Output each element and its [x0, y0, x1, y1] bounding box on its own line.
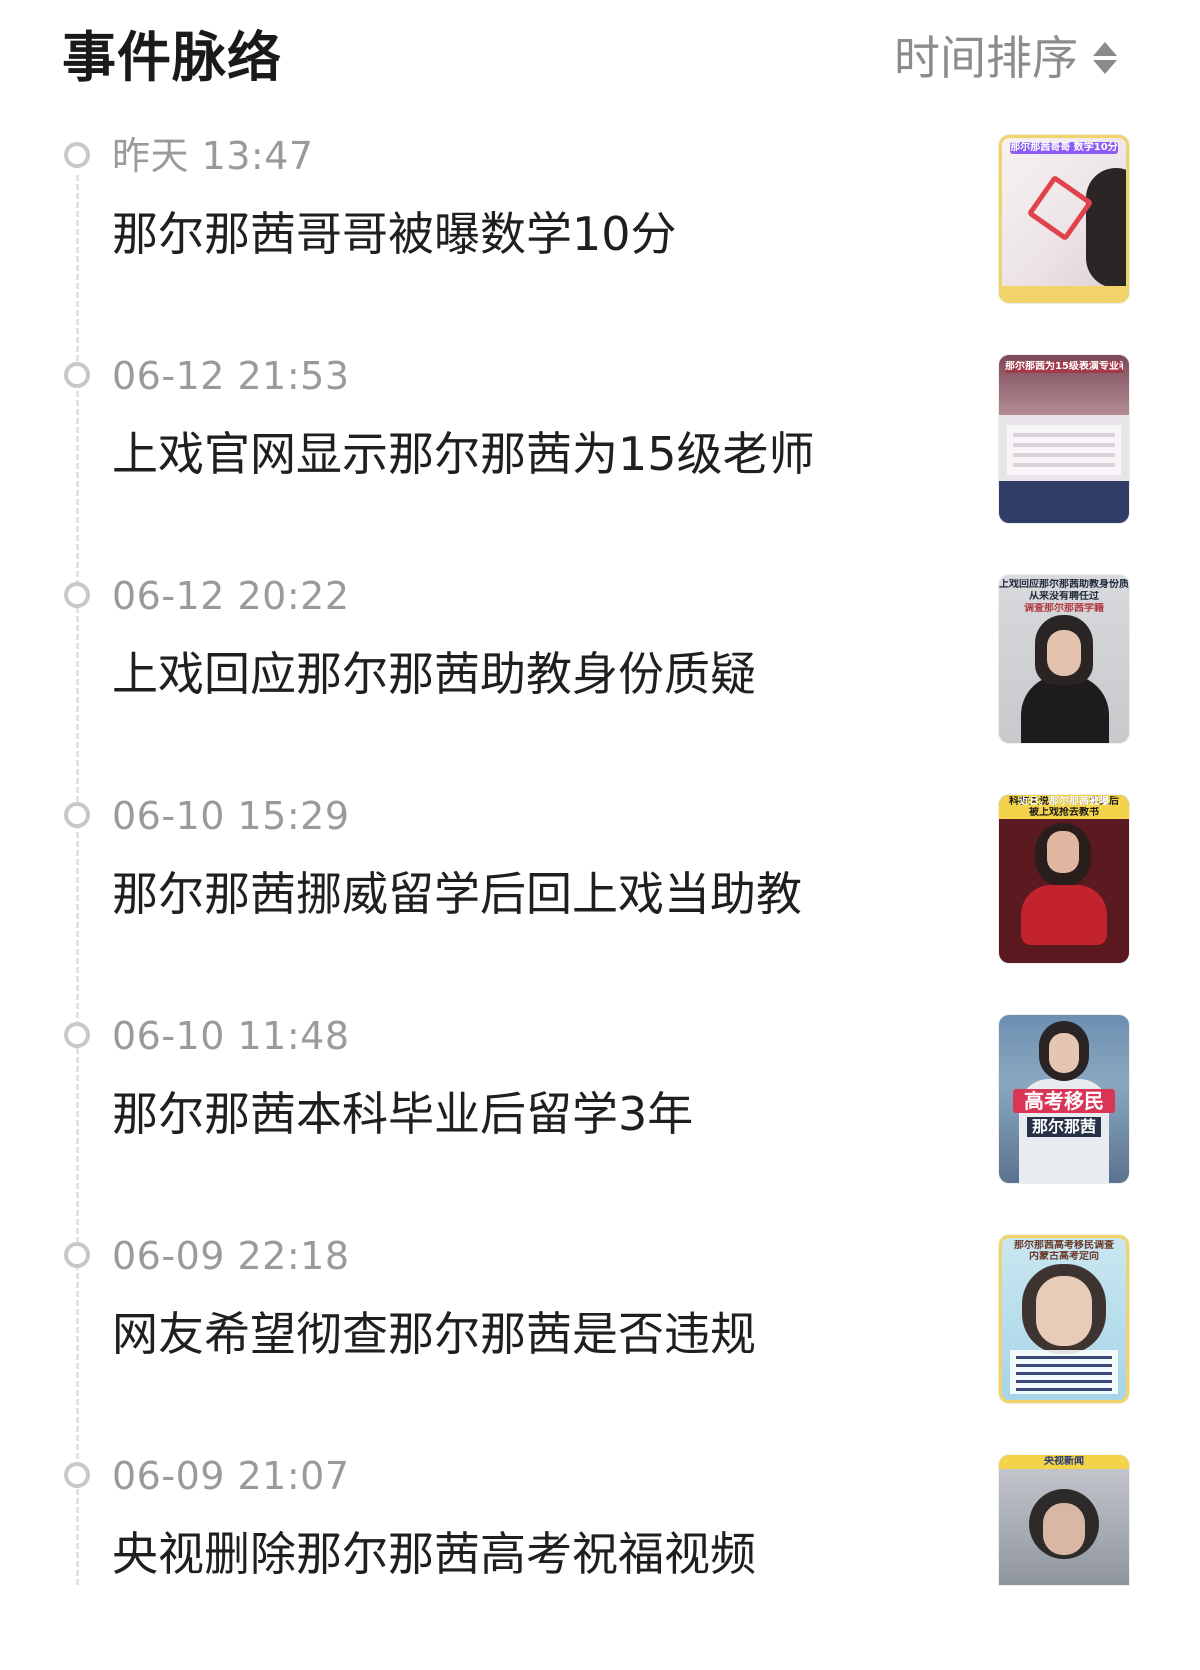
thumbnail-caption: 调查那尔那茜学籍: [1024, 603, 1104, 614]
person-image: [1086, 168, 1126, 288]
timeline-event[interactable]: 06-10 15:29 那尔那茜挪威留学后回上戏当助教 科教夫说那尔那茜毕业后 …: [0, 790, 1200, 1010]
header: 事件脉络 时间排序: [0, 0, 1200, 120]
thumbnail-caption: 内蒙古高考定向: [1029, 1251, 1099, 1262]
event-thumbnail[interactable]: 上戏回应那尔那茜助教身份质疑 从来没有聘任过 调查那尔那茜学籍: [999, 575, 1129, 743]
event-thumbnail[interactable]: 高考移民 那尔那茜: [999, 1015, 1129, 1183]
event-time: 06-09 22:18: [112, 1234, 350, 1278]
event-title[interactable]: 那尔那茜哥哥被曝数学10分: [112, 204, 677, 264]
sort-updown-icon: [1092, 37, 1118, 79]
timeline-dot-icon: [64, 802, 90, 828]
timeline-dot-icon: [64, 1242, 90, 1268]
event-time: 06-10 11:48: [112, 1014, 350, 1058]
thumbnail-caption: 上戏回应那尔那茜助教身份质疑: [999, 579, 1129, 590]
event-title[interactable]: 那尔那茜本科毕业后留学3年: [112, 1084, 693, 1144]
thumbnail-caption: 那尔那茜哥哥 数学10分: [1010, 142, 1118, 154]
timeline-dot-icon: [64, 362, 90, 388]
event-title[interactable]: 网友希望彻查那尔那茜是否违规: [112, 1304, 756, 1364]
thumbnail-caption: 央视新闻: [1044, 1456, 1084, 1467]
timeline-event[interactable]: 06-09 21:07 央视删除那尔那茜高考祝福视频 央视新闻: [0, 1450, 1200, 1670]
event-time: 06-12 21:53: [112, 354, 350, 398]
event-title[interactable]: 央视删除那尔那茜高考祝福视频: [112, 1524, 756, 1584]
thumbnail-caption: 那尔那茜为15级表演专业老师: [1005, 361, 1123, 373]
event-thumbnail[interactable]: 科教夫说那尔那茜毕业后 被上戏抢去教书 近日，那尔那茜被曝: [999, 795, 1129, 963]
event-thumbnail[interactable]: 那尔那茜为15级表演专业老师: [999, 355, 1129, 523]
timeline-event[interactable]: 06-09 22:18 网友希望彻查那尔那茜是否违规 那尔那茜高考移民调查 内蒙…: [0, 1230, 1200, 1450]
thumbnail-caption: 高考移民: [1013, 1089, 1115, 1113]
thumbnail-caption: 那尔那茜: [1027, 1117, 1101, 1137]
page-title: 事件脉络: [62, 26, 282, 89]
timeline-event[interactable]: 06-12 21:53 上戏官网显示那尔那茜为15级老师 那尔那茜为15级表演专…: [0, 350, 1200, 570]
event-thumbnail[interactable]: 那尔那茜哥哥 数学10分: [999, 135, 1129, 303]
thumbnail-caption: 近日，那尔那茜被曝: [1019, 796, 1109, 807]
event-title[interactable]: 上戏官网显示那尔那茜为15级老师: [112, 424, 815, 484]
timeline-event[interactable]: 06-10 11:48 那尔那茜本科毕业后留学3年 高考移民 那尔那茜: [0, 1010, 1200, 1230]
document-image: [1010, 1350, 1118, 1394]
event-thumbnail[interactable]: 央视新闻: [999, 1455, 1129, 1585]
webpage-screenshot: [1007, 425, 1121, 475]
sort-button[interactable]: 时间排序: [894, 26, 1118, 90]
timeline-dot-icon: [64, 1022, 90, 1048]
event-timeline: 昨天 13:47 那尔那茜哥哥被曝数学10分 那尔那茜哥哥 数学10分 06-1…: [0, 130, 1200, 1670]
timeline-event[interactable]: 06-12 20:22 上戏回应那尔那茜助教身份质疑 上戏回应那尔那茜助教身份质…: [0, 570, 1200, 790]
event-thumbnail[interactable]: 那尔那茜高考移民调查 内蒙古高考定向: [999, 1235, 1129, 1403]
timeline-dot-icon: [64, 582, 90, 608]
thumbnail-caption: 从来没有聘任过: [1029, 591, 1099, 602]
event-title[interactable]: 那尔那茜挪威留学后回上戏当助教: [112, 864, 802, 924]
event-time: 06-10 15:29: [112, 794, 350, 838]
event-time: 昨天 13:47: [112, 134, 314, 178]
timeline-dot-icon: [64, 142, 90, 168]
timeline-dot-icon: [64, 1462, 90, 1488]
arrow-icon: [1026, 174, 1094, 242]
timeline-event[interactable]: 昨天 13:47 那尔那茜哥哥被曝数学10分 那尔那茜哥哥 数学10分: [0, 130, 1200, 350]
event-title[interactable]: 上戏回应那尔那茜助教身份质疑: [112, 644, 756, 704]
event-time: 06-09 21:07: [112, 1454, 350, 1498]
sort-label: 时间排序: [894, 31, 1078, 85]
event-time: 06-12 20:22: [112, 574, 350, 618]
